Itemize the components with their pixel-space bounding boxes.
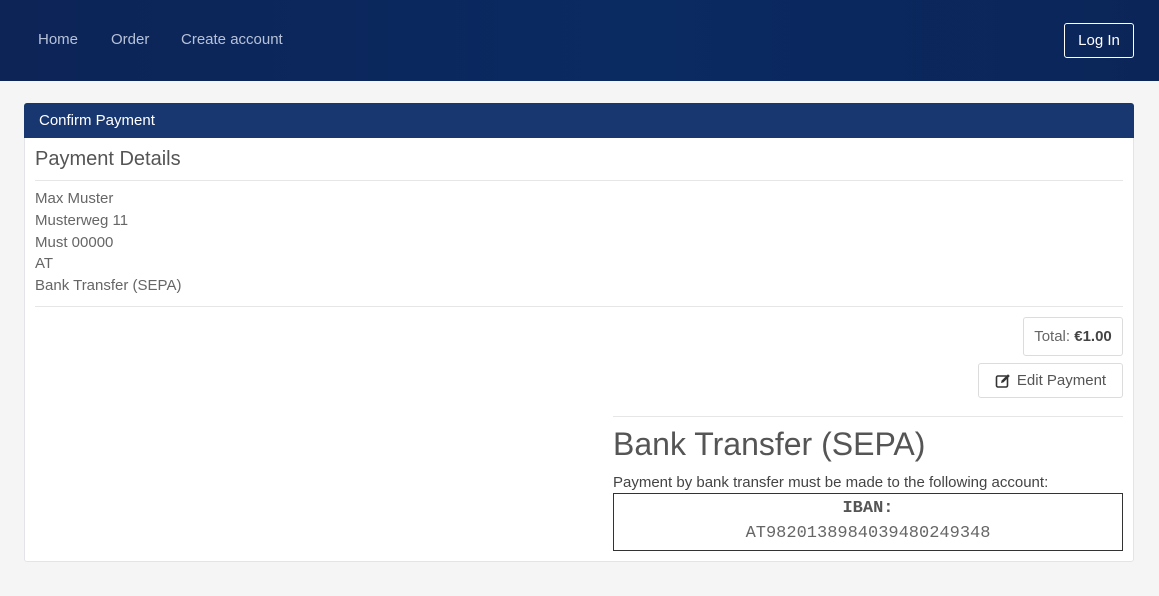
login-button[interactable]: Log In [1064, 23, 1134, 58]
address-country: AT [35, 255, 54, 272]
nav-create-account-link[interactable]: Create account [181, 31, 283, 48]
payment-details-title: Payment Details [35, 148, 181, 170]
payment-instruction: Payment by bank transfer must be made to… [613, 474, 1049, 491]
iban-value: AT982013898403948024934​8 [745, 524, 991, 543]
address-city: Must 00000 [35, 234, 114, 251]
confirm-payment-card: Confirm Payment Payment Details Max Must… [24, 103, 1134, 562]
nav-order-link[interactable]: Order [111, 31, 149, 48]
edit-payment-button[interactable]: Edit Payment [978, 363, 1123, 398]
total-label: Total: [1034, 328, 1071, 345]
address-payment-method: Bank Transfer (SEPA) [35, 277, 182, 294]
divider [35, 306, 1123, 307]
card-header: Confirm Payment [24, 103, 1134, 138]
payment-method-title: Bank Transfer (SEPA) [613, 426, 926, 462]
iban-label: IBAN: [842, 499, 894, 518]
edit-payment-label: Edit Payment [1016, 372, 1107, 389]
address-street: Musterweg 11 [35, 212, 129, 229]
top-navbar: Home Order Create account Log In [0, 0, 1159, 81]
total-value: €1.00 [1074, 328, 1112, 345]
nav-home-link[interactable]: Home [38, 31, 78, 48]
total-badge: Total: €1.00 [1023, 317, 1123, 356]
iban-box: IBAN: AT982013898403948024934​8 [613, 493, 1123, 551]
divider [613, 416, 1123, 417]
edit-icon [995, 373, 1011, 389]
divider [35, 180, 1123, 181]
address-name: Max Muster [35, 190, 114, 207]
